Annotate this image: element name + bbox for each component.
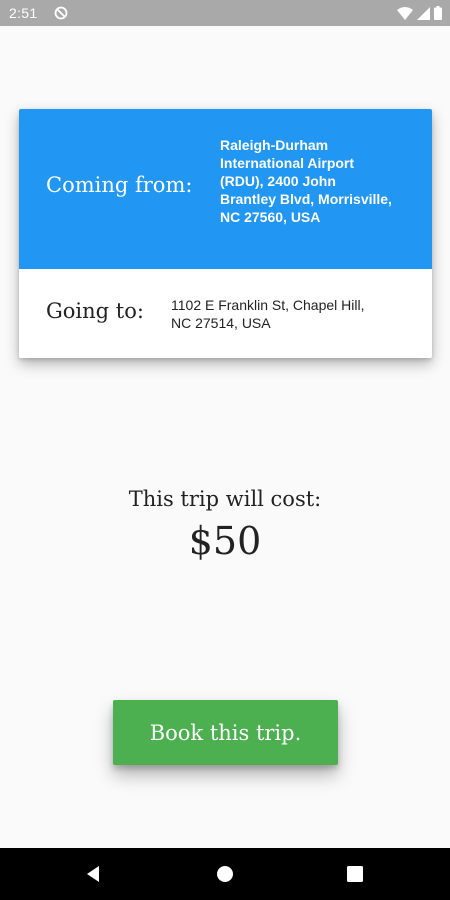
dnd-icon (54, 6, 68, 20)
signal-icon (417, 6, 430, 20)
origin-address: Raleigh-Durham International Airport (RD… (220, 137, 392, 225)
status-icons (397, 6, 442, 20)
trip-card: Coming from: Raleigh-Durham Internationa… (19, 109, 432, 358)
wifi-icon (397, 6, 413, 20)
origin-section: Coming from: Raleigh-Durham Internationa… (19, 109, 432, 269)
recents-icon[interactable] (345, 864, 365, 884)
navigation-bar (0, 848, 450, 900)
status-bar: 2:51 (0, 0, 450, 26)
destination-section: Going to: 1102 E Franklin St, Chapel Hil… (19, 269, 432, 358)
home-icon[interactable] (215, 864, 235, 884)
back-icon[interactable] (84, 864, 104, 884)
origin-label: Coming from: (46, 173, 193, 197)
cost-label: This trip will cost: (128, 487, 322, 511)
destination-address: 1102 E Franklin St, Chapel Hill, NC 2751… (171, 297, 365, 331)
battery-icon (434, 6, 442, 20)
status-time: 2:51 (9, 5, 38, 21)
cost-value: $50 (188, 519, 262, 563)
book-trip-button[interactable]: Book this trip. (113, 700, 338, 765)
destination-label: Going to: (46, 299, 144, 323)
